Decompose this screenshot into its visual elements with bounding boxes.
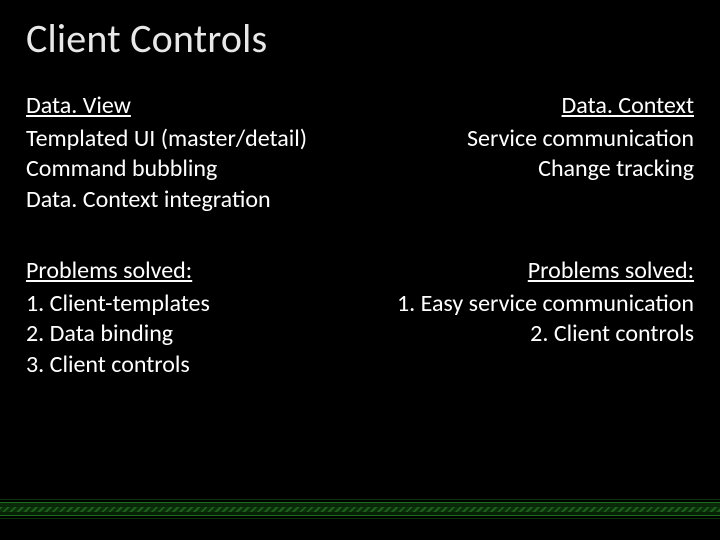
right-problem: 1. Easy service communication bbox=[360, 289, 694, 320]
right-problems-block: Problems solved: 1. Easy service communi… bbox=[360, 256, 694, 350]
content-columns: Data. View Templated UI (master/detail) … bbox=[26, 91, 694, 421]
right-feature: Change tracking bbox=[360, 154, 694, 185]
left-feature: Command bubbling bbox=[26, 154, 360, 185]
slide: Client Controls Data. View Templated UI … bbox=[0, 0, 720, 540]
left-problem: 2. Data binding bbox=[26, 319, 360, 350]
right-feature: Service communication bbox=[360, 124, 694, 155]
left-column: Data. View Templated UI (master/detail) … bbox=[26, 91, 360, 421]
right-features-block: Data. Context Service communication Chan… bbox=[360, 91, 694, 216]
left-problems-block: Problems solved: 1. Client-templates 2. … bbox=[26, 256, 360, 381]
left-heading: Data. View bbox=[26, 91, 360, 122]
left-problem: 3. Client controls bbox=[26, 350, 360, 381]
right-problems-heading: Problems solved: bbox=[360, 256, 694, 287]
left-problems-heading: Problems solved: bbox=[26, 256, 360, 287]
right-problem: 2. Client controls bbox=[360, 319, 694, 350]
slide-title: Client Controls bbox=[26, 14, 694, 63]
right-feature-spacer bbox=[360, 185, 694, 216]
left-problem: 1. Client-templates bbox=[26, 289, 360, 320]
footer-decoration bbox=[0, 502, 720, 516]
right-heading: Data. Context bbox=[360, 91, 694, 122]
right-column: Data. Context Service communication Chan… bbox=[360, 91, 694, 421]
left-feature: Templated UI (master/detail) bbox=[26, 124, 360, 155]
left-feature: Data. Context integration bbox=[26, 185, 360, 216]
left-features-block: Data. View Templated UI (master/detail) … bbox=[26, 91, 360, 216]
